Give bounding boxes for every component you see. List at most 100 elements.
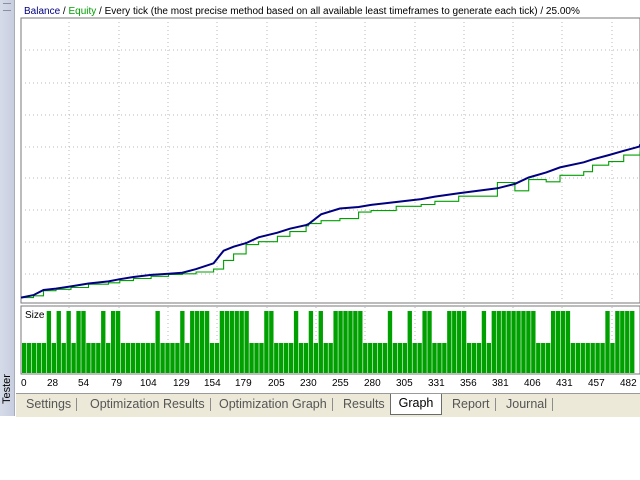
- x-tick-label: 129: [173, 378, 190, 389]
- x-tick-label: 356: [460, 378, 477, 389]
- size-bar: [511, 311, 516, 373]
- size-bar: [620, 311, 625, 373]
- size-bar: [343, 311, 348, 373]
- size-bar: [125, 343, 131, 373]
- size-bar: [239, 311, 244, 373]
- size-bar: [565, 311, 571, 373]
- size-bar: [175, 343, 180, 373]
- tester-side-strip[interactable]: Tester: [0, 0, 15, 416]
- size-bar: [170, 343, 175, 373]
- size-bar: [106, 343, 111, 373]
- size-bar: [422, 311, 427, 373]
- chart-legend: Balance / Equity / Every tick (the most …: [24, 6, 580, 17]
- size-bar: [402, 343, 407, 373]
- tab-journal[interactable]: Journal: [500, 395, 553, 413]
- size-bar: [199, 311, 205, 373]
- size-bar: [575, 343, 581, 373]
- size-bar: [531, 311, 536, 373]
- size-bar: [303, 343, 309, 373]
- x-tick-label: 230: [300, 378, 317, 389]
- size-bar: [244, 311, 249, 373]
- size-bar: [486, 343, 492, 373]
- size-bar: [76, 311, 81, 373]
- size-bar: [274, 343, 279, 373]
- size-bar: [353, 311, 358, 373]
- size-bar: [229, 311, 234, 373]
- size-bar: [541, 343, 546, 373]
- size-bar: [313, 343, 319, 373]
- size-bar: [437, 343, 442, 373]
- x-tick-label: 482: [620, 378, 637, 389]
- size-bar: [452, 311, 457, 373]
- size-bar: [590, 343, 595, 373]
- size-bar: [555, 311, 561, 373]
- size-bar: [358, 311, 363, 373]
- graph-svg: Balance / Equity / Every tick (the most …: [16, 0, 640, 393]
- size-bar: [249, 343, 254, 373]
- size-bar: [130, 343, 136, 373]
- size-bar: [476, 343, 482, 373]
- size-bar: [165, 343, 170, 373]
- size-bar: [284, 343, 289, 373]
- size-bar: [625, 311, 630, 373]
- size-bar: [71, 343, 76, 373]
- tab-optimization-graph[interactable]: Optimization Graph: [213, 395, 333, 413]
- tab-optimization-results[interactable]: Optimization Results: [84, 395, 211, 413]
- grip-icon[interactable]: [3, 3, 11, 11]
- size-bar: [66, 311, 71, 373]
- size-bar: [348, 311, 353, 373]
- size-bar: [560, 311, 566, 373]
- x-tick-label: 205: [268, 378, 285, 389]
- size-bar: [377, 343, 383, 373]
- size-bar: [521, 311, 526, 373]
- size-bar: [481, 311, 487, 373]
- size-bar: [442, 343, 447, 373]
- size-bar: [526, 311, 531, 373]
- size-bar: [145, 343, 150, 373]
- size-bar: [160, 343, 165, 373]
- tab-report[interactable]: Report: [446, 395, 496, 413]
- size-bar: [91, 343, 96, 373]
- size-bar: [501, 311, 506, 373]
- size-bar: [496, 311, 501, 373]
- size-bar: [536, 343, 541, 373]
- size-bar: [224, 311, 230, 373]
- size-bar: [293, 311, 299, 373]
- tab-results[interactable]: Results: [337, 395, 391, 413]
- size-bar: [318, 311, 323, 373]
- size-bar: [298, 343, 304, 373]
- size-bar: [338, 311, 343, 373]
- size-bar: [368, 343, 373, 373]
- x-tick-label: 154: [204, 378, 221, 389]
- size-bar: [81, 311, 86, 373]
- x-tick-label: 406: [524, 378, 541, 389]
- size-bar: [580, 343, 585, 373]
- legend-separator: /: [60, 6, 68, 17]
- tester-side-label: Tester: [1, 374, 13, 404]
- size-bar: [31, 343, 37, 373]
- x-tick-label: 305: [396, 378, 413, 389]
- size-bar: [461, 311, 467, 373]
- size-bar: [546, 343, 551, 373]
- size-panel-label: Size: [25, 310, 45, 321]
- size-bar: [101, 311, 106, 373]
- size-bar: [46, 311, 52, 373]
- x-tick-label: 331: [428, 378, 445, 389]
- size-bar: [96, 343, 101, 373]
- size-bar: [22, 343, 27, 373]
- size-bar: [447, 311, 452, 373]
- size-bar: [36, 343, 42, 373]
- x-tick-label: 104: [140, 378, 157, 389]
- size-bar: [209, 343, 215, 373]
- tester-tabs-bar: Settings Optimization Results Optimizati…: [16, 393, 640, 417]
- tab-graph[interactable]: Graph: [390, 394, 442, 415]
- size-bar: [363, 343, 368, 373]
- size-bar: [41, 343, 47, 373]
- size-bar: [86, 343, 91, 373]
- size-bar: [615, 311, 620, 373]
- size-bar: [214, 343, 220, 373]
- size-bar: [432, 343, 437, 373]
- x-tick-label: 381: [492, 378, 509, 389]
- tab-settings[interactable]: Settings: [20, 395, 78, 413]
- x-tick-label: 0: [21, 378, 27, 389]
